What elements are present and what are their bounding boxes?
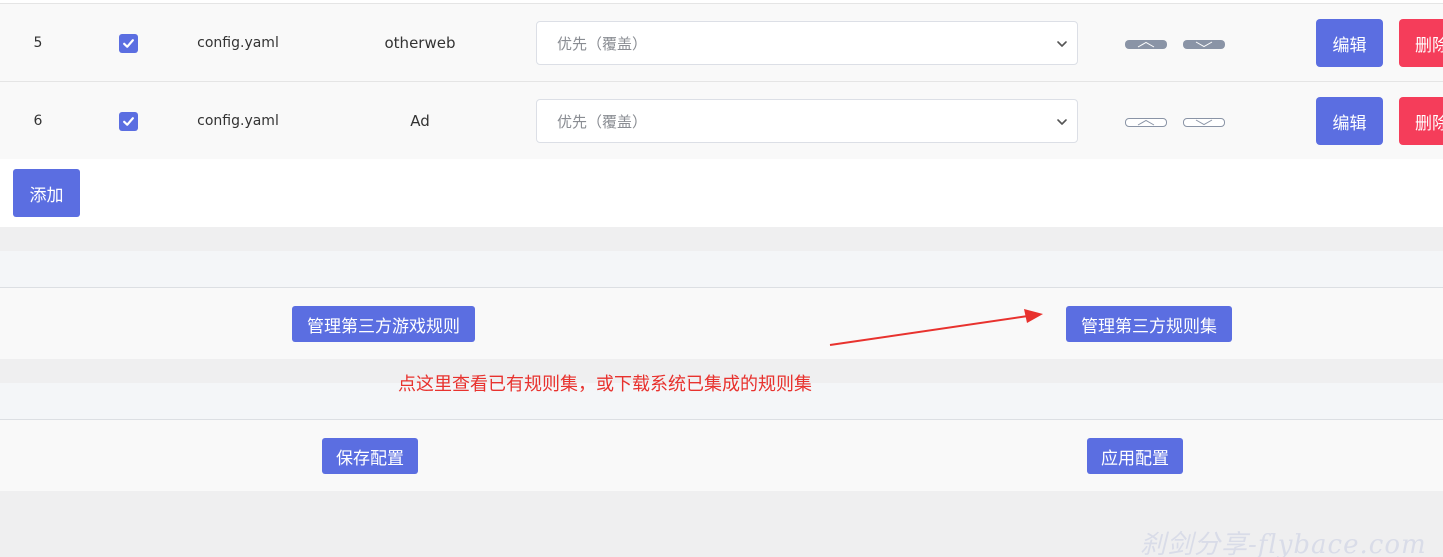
annotation-arrow-icon xyxy=(829,309,1043,346)
watermark: 刹剑分享-flybace.com xyxy=(1140,530,1427,557)
annotation-text: 点这里查看已有规则集，或下载系统已集成的规则集 xyxy=(398,374,812,395)
